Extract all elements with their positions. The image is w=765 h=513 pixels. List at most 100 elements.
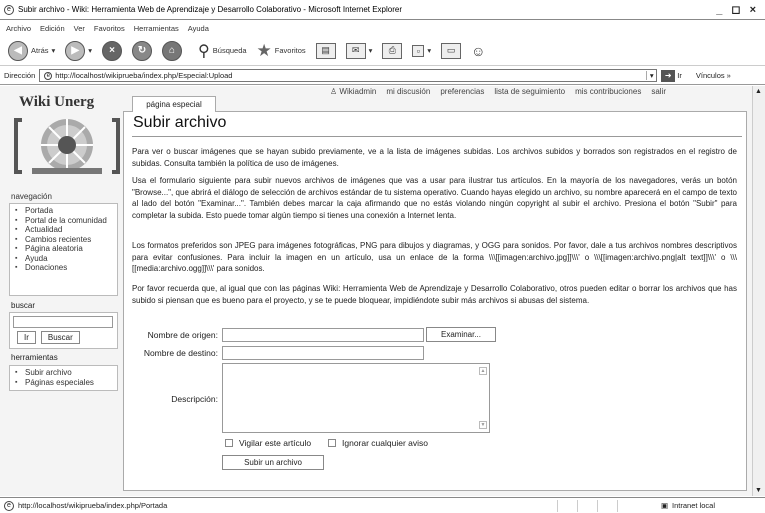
star-icon: ★ <box>256 40 272 60</box>
contributions-link[interactable]: mis contribuciones <box>575 87 641 96</box>
nav-actualidad[interactable]: Actualidad <box>13 225 114 235</box>
status-url: http://localhost/wikiprueba/index.php/Po… <box>18 501 168 510</box>
scroll-up-icon[interactable]: ▲ <box>755 88 762 95</box>
security-zone: Intranet local <box>672 501 715 510</box>
window-controls[interactable]: _ ◻ × <box>716 3 759 16</box>
forward-arrow-icon: ▶ <box>65 40 86 61</box>
my-talk-link[interactable]: mi discusión <box>386 87 430 96</box>
warning-paragraph: Por favor recuerda que, al igual que con… <box>132 284 737 305</box>
search-button[interactable]: ⚲ Búsqueda <box>198 41 247 61</box>
page-icon: e <box>44 71 53 80</box>
nav-pagina-aleatoria[interactable]: Página aleatoria <box>13 244 114 254</box>
back-arrow-icon: ◀ <box>8 40 28 61</box>
tool-special-pages[interactable]: Páginas especiales <box>13 378 114 388</box>
menu-herramientas[interactable]: Herramientas <box>134 24 179 33</box>
search-icon: ⚲ <box>198 42 210 60</box>
refresh-icon: ↻ <box>132 40 153 61</box>
print-button[interactable]: ⎙ <box>382 42 403 59</box>
textarea-scroll-down-icon[interactable]: ▼ <box>479 421 487 429</box>
nav-ayuda[interactable]: Ayuda <box>13 254 114 264</box>
watch-checkbox[interactable] <box>225 439 233 447</box>
discuss-icon: ▭ <box>441 42 462 59</box>
history-icon: ▤ <box>315 42 336 59</box>
back-label: Atrás <box>31 46 49 55</box>
description-textarea[interactable]: ▲ ▼ <box>222 363 490 433</box>
watch-label: Vigilar este artículo <box>239 438 312 448</box>
dest-name-input[interactable] <box>222 346 424 360</box>
search-go-button[interactable]: Ir <box>17 331 36 344</box>
stop-icon: × <box>102 40 123 61</box>
mail-button[interactable]: ✉ ▾ <box>345 42 372 59</box>
back-button[interactable]: ◀ Atrás ▾ <box>8 40 55 61</box>
stop-button[interactable]: × <box>102 40 123 61</box>
forward-button[interactable]: ▶ ▾ <box>65 40 92 61</box>
address-bar: Dirección e http://localhost/wikiprueba/… <box>0 67 765 85</box>
logo-text: Wiki Unerg <box>19 94 95 110</box>
mail-icon: ✉ <box>345 42 366 59</box>
print-icon: ⎙ <box>382 42 403 59</box>
search-submit-button[interactable]: Buscar <box>40 331 80 344</box>
favorites-label: Favoritos <box>274 46 306 55</box>
wiki-logo[interactable] <box>12 112 122 178</box>
menu-favoritos[interactable]: Favoritos <box>94 24 125 33</box>
preferences-link[interactable]: preferencias <box>440 87 484 96</box>
formats-paragraph: Los formatos preferidos son JPEG para im… <box>132 241 737 274</box>
title-divider <box>132 136 742 137</box>
status-page-icon: e <box>4 500 14 511</box>
page-title: Subir archivo <box>133 114 227 131</box>
nav-donaciones[interactable]: Donaciones <box>13 263 114 273</box>
nav-portal-comunidad[interactable]: Portal de la comunidad <box>13 216 114 226</box>
address-label: Dirección <box>4 71 36 80</box>
origin-file-input[interactable] <box>222 328 424 342</box>
address-dropdown-icon[interactable]: ▾ <box>646 71 656 80</box>
intranet-icon: ▣ <box>660 501 669 510</box>
home-icon: ⌂ <box>162 40 183 61</box>
logout-link[interactable]: salir <box>651 87 666 96</box>
menu-ayuda[interactable]: Ayuda <box>188 24 209 33</box>
links-button[interactable]: Vínculos <box>696 71 725 80</box>
textarea-scroll-up-icon[interactable]: ▲ <box>479 367 487 375</box>
address-url: http://localhost/wikiprueba/index.php/Es… <box>55 71 233 80</box>
menu-edicion[interactable]: Edición <box>40 24 65 33</box>
wiki-search-input[interactable] <box>13 316 113 328</box>
nav-portada[interactable]: Portada <box>13 206 114 216</box>
dest-label: Nombre de destino: <box>143 348 218 358</box>
edit-icon: ▫ <box>412 44 425 57</box>
messenger-icon: ☺ <box>471 42 486 59</box>
menu-ver[interactable]: Ver <box>74 24 85 33</box>
discuss-button[interactable]: ▭ <box>441 42 462 59</box>
desc-label: Descripción: <box>171 394 218 404</box>
messenger-button[interactable]: ☺ <box>471 43 485 59</box>
go-button[interactable]: ➜ Ir <box>661 69 682 82</box>
tool-upload-file[interactable]: Subir archivo <box>13 368 114 378</box>
user-link[interactable]: ♙ Wikiadmin <box>330 87 376 96</box>
history-button[interactable]: ▤ <box>315 42 336 59</box>
address-input[interactable]: e http://localhost/wikiprueba/index.php/… <box>39 69 658 82</box>
upload-submit-button[interactable]: Subir un archivo <box>222 455 324 470</box>
tools-portlet: Subir archivo Páginas especiales <box>9 365 118 391</box>
nav-cambios-recientes[interactable]: Cambios recientes <box>13 235 114 245</box>
search-label: Búsqueda <box>212 46 247 55</box>
title-bar: e Subir archivo - Wiki: Herramienta Web … <box>0 0 765 20</box>
vertical-scrollbar[interactable]: ▲ ▼ <box>752 86 765 496</box>
menu-bar: Archivo Edición Ver Favoritos Herramient… <box>0 21 765 35</box>
watchlist-link[interactable]: lista de seguimiento <box>494 87 565 96</box>
go-label: Ir <box>677 71 682 80</box>
toolbar: ◀ Atrás ▾ ▶ ▾ × ↻ ⌂ ⚲ Búsqueda ★ Favoritos… <box>0 36 765 66</box>
browse-button[interactable]: Examinar... <box>426 327 496 342</box>
status-bar: e http://localhost/wikiprueba/index.php/… <box>0 497 765 513</box>
tools-heading: herramientas <box>11 353 58 362</box>
ignore-warnings-label: Ignorar cualquier aviso <box>342 438 428 448</box>
favorites-button[interactable]: ★ Favoritos <box>257 41 306 61</box>
nav-heading: navegación <box>11 192 52 201</box>
ignore-warnings-checkbox[interactable] <box>328 439 336 447</box>
window-title: Subir archivo - Wiki: Herramienta Web de… <box>18 5 403 14</box>
scroll-down-icon[interactable]: ▼ <box>755 487 762 494</box>
refresh-button[interactable]: ↻ <box>132 40 153 61</box>
home-button[interactable]: ⌂ <box>162 40 183 61</box>
ie-logo-icon: e <box>4 4 14 15</box>
menu-archivo[interactable]: Archivo <box>6 24 31 33</box>
search-portlet: Ir Buscar <box>9 312 118 349</box>
edit-button[interactable]: ▫ ▾ <box>412 44 431 57</box>
tab-special-page[interactable]: página especial <box>132 96 216 112</box>
